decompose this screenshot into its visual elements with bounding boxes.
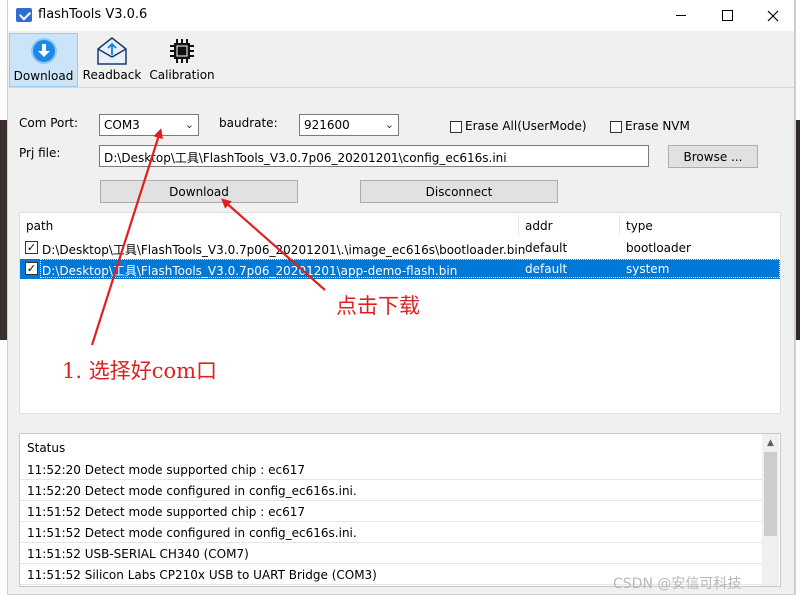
arrow-to-download (220, 198, 326, 291)
annotation-select-com: 1. 选择好com口 (62, 359, 218, 383)
arrow-to-com-port (90, 128, 163, 346)
watermark: CSDN @安信可科技 (613, 576, 742, 592)
annotation-click-download: 点击下载 (336, 294, 420, 318)
